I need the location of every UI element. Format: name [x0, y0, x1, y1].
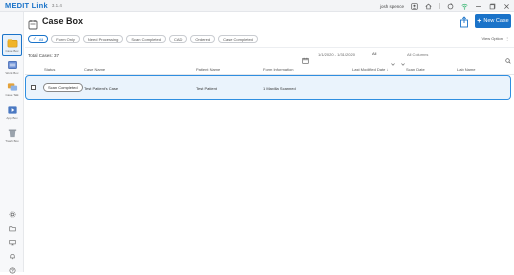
search-icon[interactable]: [505, 51, 511, 64]
more-vertical-icon: ⋮: [505, 36, 509, 41]
title-bar: MEDIT Link 3.1.4 josh spence: [0, 0, 514, 12]
sync-icon[interactable]: [447, 2, 454, 10]
column-header-patient-name[interactable]: Patient Name: [196, 67, 220, 72]
column-header-scan-date[interactable]: Scan Date: [406, 67, 425, 72]
filter-chip-form-only[interactable]: Form Only: [51, 35, 80, 43]
home-icon[interactable]: [425, 3, 432, 10]
filter-chip-all[interactable]: ✓ All: [28, 35, 49, 43]
case-box-icon: [7, 38, 18, 48]
status-badge: Scan Completed: [43, 83, 83, 92]
new-case-label: New Case: [483, 18, 509, 24]
app-box-icon: [7, 105, 18, 115]
chip-label: Case Completed: [223, 36, 253, 42]
chip-label: Scan Completed: [131, 36, 161, 42]
view-option-menu[interactable]: View Option ⋮: [482, 36, 510, 41]
sidebar-item-case-box[interactable]: Case Box: [2, 34, 22, 56]
bell-icon[interactable]: [0, 251, 24, 261]
sidebar-item-app-box[interactable]: App Box: [0, 101, 24, 123]
close-icon[interactable]: [503, 3, 510, 10]
table-row[interactable]: Scan Completed Test Patient's Case Test …: [25, 75, 511, 100]
column-header-case-name[interactable]: Case Name: [84, 67, 105, 72]
export-icon[interactable]: [459, 15, 469, 28]
trash-box-icon: [7, 128, 18, 138]
help-icon[interactable]: [0, 265, 24, 275]
case-box-header-icon: [28, 17, 38, 30]
total-cases-count: Total Cases: 37: [28, 53, 60, 58]
folder-icon[interactable]: [0, 223, 24, 233]
plus-icon: +: [477, 17, 482, 25]
filter-chip-case-completed[interactable]: Case Completed: [218, 35, 258, 43]
sidebar-item-label: Case Box: [5, 48, 19, 53]
user-icon[interactable]: [411, 2, 418, 10]
date-range-value[interactable]: 1/1/2020 - 1/31/2020: [318, 52, 355, 57]
new-case-button[interactable]: + New Case: [475, 14, 511, 28]
patient-name-cell: Test Patient: [196, 86, 217, 91]
chip-label: All: [38, 36, 44, 42]
sidebar: Case Box Work Box Case Talk App Box Tras…: [0, 12, 24, 275]
monitor-icon[interactable]: [0, 237, 24, 247]
sidebar-item-label: App Box: [6, 115, 18, 120]
status-filter-chips: ✓ All Form Only Need Processing Scan Com…: [28, 35, 258, 43]
titlebar-divider: [439, 3, 440, 9]
chevron-down-icon[interactable]: [391, 53, 395, 66]
case-name-cell: Test Patient's Case: [84, 86, 119, 91]
chip-label: Need Processing: [87, 36, 119, 42]
search-input[interactable]: [407, 51, 503, 58]
chevron-down-icon[interactable]: [401, 53, 405, 66]
maximize-icon[interactable]: [489, 3, 496, 10]
case-talk-icon: [7, 82, 18, 92]
user-name[interactable]: josh spence: [380, 4, 404, 9]
filter-chip-cad[interactable]: CAD: [168, 35, 188, 43]
form-information-cell: 1 Maxilla Scanned: [263, 86, 296, 91]
work-box-icon: [7, 60, 18, 70]
sidebar-item-work-box[interactable]: Work Box: [0, 56, 24, 78]
column-header-status[interactable]: Status: [44, 67, 55, 72]
calendar-icon[interactable]: [302, 51, 309, 64]
sidebar-item-trash-box[interactable]: Trash Box: [0, 124, 24, 146]
settings-icon[interactable]: [0, 209, 24, 219]
filter-chip-ordered[interactable]: Ordered: [190, 35, 216, 43]
column-filter-value: All: [372, 51, 377, 56]
app-version: 3.1.4: [51, 3, 62, 8]
sidebar-item-label: Case Talk: [5, 92, 19, 97]
filter-chip-scan-completed[interactable]: Scan Completed: [126, 35, 166, 43]
view-option-label: View Option: [481, 36, 504, 41]
chip-label: Form Only: [56, 36, 75, 42]
sidebar-item-label: Work Box: [5, 70, 19, 75]
minimize-icon[interactable]: [475, 3, 482, 10]
chip-label: Ordered: [195, 36, 211, 42]
column-header-lab-name[interactable]: Lab Name: [457, 67, 475, 72]
check-icon: ✓: [33, 36, 37, 41]
app-logo: MEDIT Link: [5, 1, 48, 10]
filter-chip-need-processing[interactable]: Need Processing: [82, 35, 124, 43]
row-checkbox[interactable]: [31, 85, 36, 90]
wifi-icon[interactable]: [461, 3, 468, 10]
page-title: Case Box: [42, 16, 84, 26]
chip-label: CAD: [173, 36, 183, 42]
sidebar-item-label: Trash Box: [5, 138, 19, 143]
column-header-last-modified-date[interactable]: Last Modified Date ↓: [352, 67, 388, 72]
table-header: Status Case Name Patient Name Form Infor…: [25, 66, 514, 74]
sidebar-item-case-talk[interactable]: Case Talk: [0, 78, 24, 100]
column-header-form-information[interactable]: Form Information: [263, 67, 293, 72]
divider: [25, 47, 514, 48]
